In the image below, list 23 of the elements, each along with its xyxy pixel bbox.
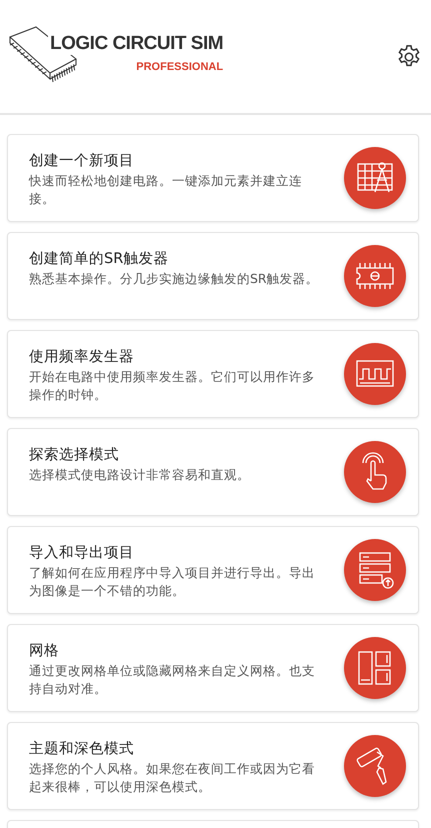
logo-title: LOGIC CIRCUIT SIM	[48, 32, 224, 54]
tutorial-card[interactable]: 使用频率发生器 开始在电路中使用频率发生器。它们可以用作许多操作的时钟。	[7, 330, 419, 418]
card-description: 选择模式使电路设计非常容易和直观。	[29, 466, 251, 484]
logo-subtitle: PROFESSIONAL	[136, 60, 224, 72]
tutorial-card[interactable]: 网格 通过更改网格单位或隐藏网格来自定义网格。也支持自动对准。	[7, 624, 419, 712]
card-title: 导入和导出项目	[29, 544, 135, 563]
card-description: 熟悉基本操作。分几步实施边缘触发的SR触发器。	[29, 270, 320, 288]
tutorial-card[interactable]: 主题和深色模式 选择您的个人风格。如果您在夜间工作或因为它看起来很棒，可以使用深色模式。	[7, 722, 419, 810]
card-description: 选择您的个人风格。如果您在夜间工作或因为它看起来很棒，可以使用深色模式。	[29, 760, 316, 796]
card-description: 了解如何在应用程序中导入项目并进行导出。导出为图像是一个不错的功能。	[29, 564, 316, 600]
card-title: 网格	[29, 642, 60, 661]
tutorial-card[interactable]: 创建简单的SR触发器 熟悉基本操作。分几步实施边缘触发的SR触发器。	[7, 232, 419, 320]
card-title: 探索选择模式	[29, 446, 120, 465]
card-description: 开始在电路中使用频率发生器。它们可以用作许多操作的时钟。	[29, 368, 316, 404]
card-description: 通过更改网格单位或隐藏网格来自定义网格。也支持自动对准。	[29, 662, 316, 698]
card-title: 使用频率发生器	[29, 348, 135, 367]
tutorial-card[interactable]: 导入和导出项目 了解如何在应用程序中导入项目并进行导出。导出为图像是一个不错的功能。	[7, 526, 419, 614]
card-description: 快速而轻松地创建电路。一键添加元素并建立连接。	[29, 172, 303, 208]
tutorial-card[interactable]: 探索选择模式 选择模式使电路设计非常容易和直观。	[7, 428, 419, 516]
tutorial-card[interactable]: 创建一个新项目 快速而轻松地创建电路。一键添加元素并建立连接。	[7, 134, 419, 222]
card-title: 创建简单的SR触发器	[29, 250, 170, 269]
card-title: 主题和深色模式	[29, 740, 135, 759]
card-title: 创建一个新项目	[29, 152, 135, 171]
